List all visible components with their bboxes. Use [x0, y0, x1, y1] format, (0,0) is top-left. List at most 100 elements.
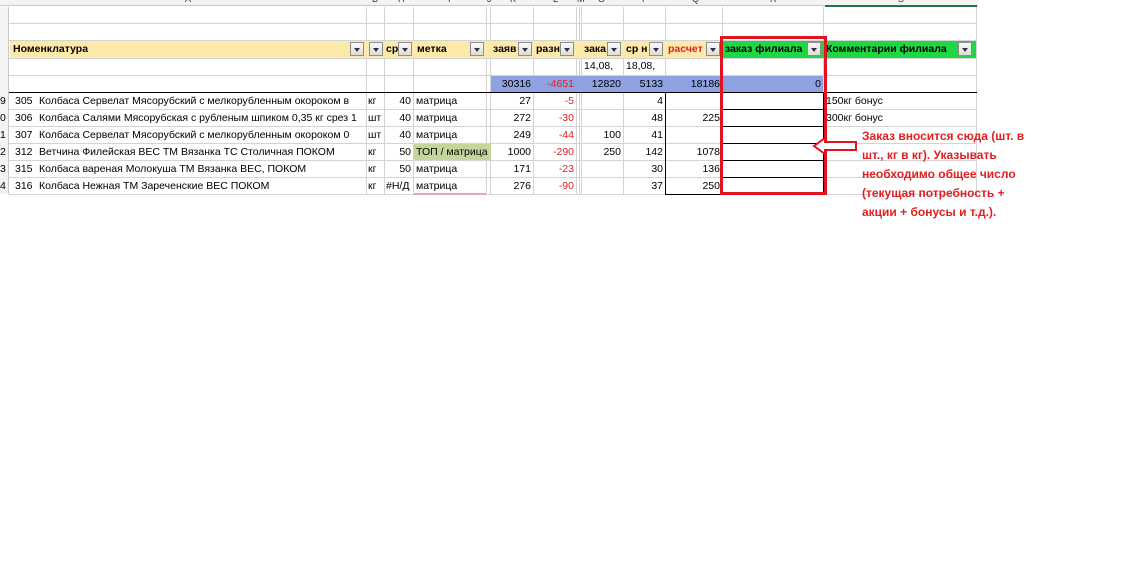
table-cell-zayav[interactable]: 276 [491, 178, 533, 194]
row-number[interactable]: 0 [0, 110, 9, 126]
table-cell-sr[interactable]: 50 [385, 144, 413, 160]
table-cell-sr[interactable]: 50 [385, 161, 413, 177]
filter-dropdown-nomenklatura[interactable] [350, 42, 364, 56]
table-cell-metka[interactable]: матрица [414, 178, 486, 194]
table-cell-sr-n[interactable]: 4 [624, 93, 665, 109]
table-cell-metka[interactable]: ТОП / матрица [414, 144, 491, 160]
column-header-Q[interactable]: Q [692, 0, 699, 4]
table-cell-name[interactable]: Колбаса Салями Мясорубская с рубленым шп… [37, 110, 366, 126]
total-zakaz: 12820 [591, 78, 621, 90]
table-cell-sr-n[interactable]: 37 [624, 178, 665, 194]
table-cell-sr-n[interactable]: 142 [624, 144, 665, 160]
row-number[interactable]: 1 [0, 127, 9, 143]
table-cell-razn[interactable]: -5 [534, 93, 576, 109]
table-cell-razn[interactable]: -290 [534, 144, 576, 160]
filter-dropdown-zayav[interactable] [518, 42, 532, 56]
column-header-S[interactable]: S [898, 0, 904, 4]
table-cell-metka[interactable]: матрица [414, 161, 486, 177]
table-cell-metka[interactable]: матрица [414, 93, 486, 109]
filter-dropdown-metka[interactable] [470, 42, 484, 56]
column-header-H[interactable]: H [398, 0, 405, 4]
row-number[interactable]: 3 [0, 161, 9, 177]
column-header-L[interactable]: L [553, 0, 558, 4]
table-cell-metka[interactable]: матрица [414, 110, 486, 126]
table-cell-name[interactable]: Колбаса Сервелат Мясорубский с мелкорубл… [37, 127, 366, 143]
header-kommentarii: Комментарии филиала [826, 43, 947, 55]
filter-dropdown-zakaz[interactable] [607, 42, 621, 56]
table-cell-sr-n[interactable]: 30 [624, 161, 665, 177]
total-zayav: 30316 [501, 78, 531, 90]
table-cell-sr[interactable]: 40 [385, 110, 413, 126]
column-header-B[interactable]: B [372, 0, 378, 4]
table-cell-unit[interactable]: кг [367, 178, 384, 194]
column-header-J[interactable]: J [487, 0, 492, 4]
column-header-P[interactable]: P [642, 0, 648, 4]
left-arrow-icon [812, 136, 857, 156]
table-cell-unit[interactable]: шт [367, 110, 384, 126]
table-cell-raschet[interactable]: 1078 [666, 144, 722, 160]
row-number[interactable]: 9 [0, 93, 9, 109]
filter-dropdown-b[interactable] [369, 42, 383, 56]
table-cell-sr-n[interactable]: 48 [624, 110, 665, 126]
table-cell-zayav[interactable]: 272 [491, 110, 533, 126]
table-cell-zayav[interactable]: 27 [491, 93, 533, 109]
filter-dropdown-sr-n[interactable] [649, 42, 663, 56]
filter-dropdown-razn[interactable] [560, 42, 574, 56]
table-cell-code[interactable]: 316 [13, 178, 37, 194]
row-number[interactable]: 4 [0, 178, 9, 194]
table-cell-sr[interactable]: #Н/Д [385, 178, 413, 194]
filter-dropdown-raschet[interactable] [706, 42, 720, 56]
header-nomenklatura: Номенклатура [13, 43, 89, 55]
table-cell-comment[interactable]: 150кг бонус [824, 93, 976, 109]
row-number[interactable]: 2 [0, 144, 9, 160]
annotation-line: Заказ вносится сюда (шт. в [862, 129, 1025, 143]
table-cell-metka[interactable]: матрица [414, 127, 486, 143]
table-cell-code[interactable]: 315 [13, 161, 37, 177]
table-cell-sr[interactable]: 40 [385, 127, 413, 143]
table-cell-name[interactable]: Ветчина Филейская ВЕС ТМ Вязанка ТС Стол… [37, 144, 366, 160]
table-cell-unit[interactable]: шт [367, 127, 384, 143]
table-cell-raschet[interactable]: 225 [666, 110, 722, 126]
table-cell-razn[interactable]: -90 [534, 178, 576, 194]
header-sr: ср [386, 43, 399, 55]
filter-dropdown-sr[interactable] [398, 42, 412, 56]
table-cell-name[interactable]: Колбаса Нежная ТМ Зареченские ВЕС ПОКОМ [37, 178, 366, 194]
table-cell-raschet[interactable]: 136 [666, 161, 722, 177]
column-header-K[interactable]: K [510, 0, 516, 4]
column-header-I[interactable]: I [448, 0, 451, 4]
annotation-line: необходимо общее число [862, 167, 1016, 181]
table-cell-unit[interactable]: кг [367, 161, 384, 177]
annotation-line: шт., кг в кг). Указывать [862, 148, 997, 162]
table-cell-comment[interactable]: 300кг бонус [824, 110, 976, 126]
table-cell-sr[interactable]: 40 [385, 93, 413, 109]
table-cell-zayav[interactable]: 1000 [491, 144, 533, 160]
filter-dropdown-kommentarii[interactable] [958, 42, 972, 56]
table-cell-code[interactable]: 312 [13, 144, 37, 160]
table-cell-code[interactable]: 306 [13, 110, 37, 126]
table-cell-name[interactable]: Колбаса вареная Молокуша ТМ Вязанка ВЕС,… [37, 161, 366, 177]
header-zakaz: зака [584, 43, 607, 55]
table-cell-code[interactable]: 307 [13, 127, 37, 143]
table-cell-zakaz[interactable]: 100 [582, 127, 623, 143]
column-header-O[interactable]: O [598, 0, 605, 4]
table-cell-name[interactable]: Колбаса Сервелат Мясорубский с мелкорубл… [37, 93, 366, 109]
column-header-M[interactable]: M [577, 0, 585, 4]
table-cell-zakaz[interactable]: 250 [582, 144, 623, 160]
table-cell-raschet[interactable]: 250 [666, 178, 722, 194]
table-cell-sr-n[interactable]: 41 [624, 127, 665, 143]
total-sr-n: 5133 [639, 78, 663, 90]
table-cell-razn[interactable]: -30 [534, 110, 576, 126]
table-cell-zayav[interactable]: 249 [491, 127, 533, 143]
table-cell-razn[interactable]: -23 [534, 161, 576, 177]
table-cell-code[interactable]: 305 [13, 93, 37, 109]
column-header-A[interactable]: A [185, 0, 191, 4]
annotation-line: (текущая потребность + [862, 186, 1005, 200]
highlight-box [720, 36, 827, 195]
table-cell-zayav[interactable]: 171 [491, 161, 533, 177]
table-cell-razn[interactable]: -44 [534, 127, 576, 143]
table-cell-unit[interactable]: кг [367, 144, 384, 160]
table-cell-unit[interactable]: кг [367, 93, 384, 109]
date-cell-zakaz: 14,08, [584, 60, 614, 72]
column-header-R[interactable]: R [770, 0, 777, 4]
header-razn: разн [536, 43, 560, 55]
